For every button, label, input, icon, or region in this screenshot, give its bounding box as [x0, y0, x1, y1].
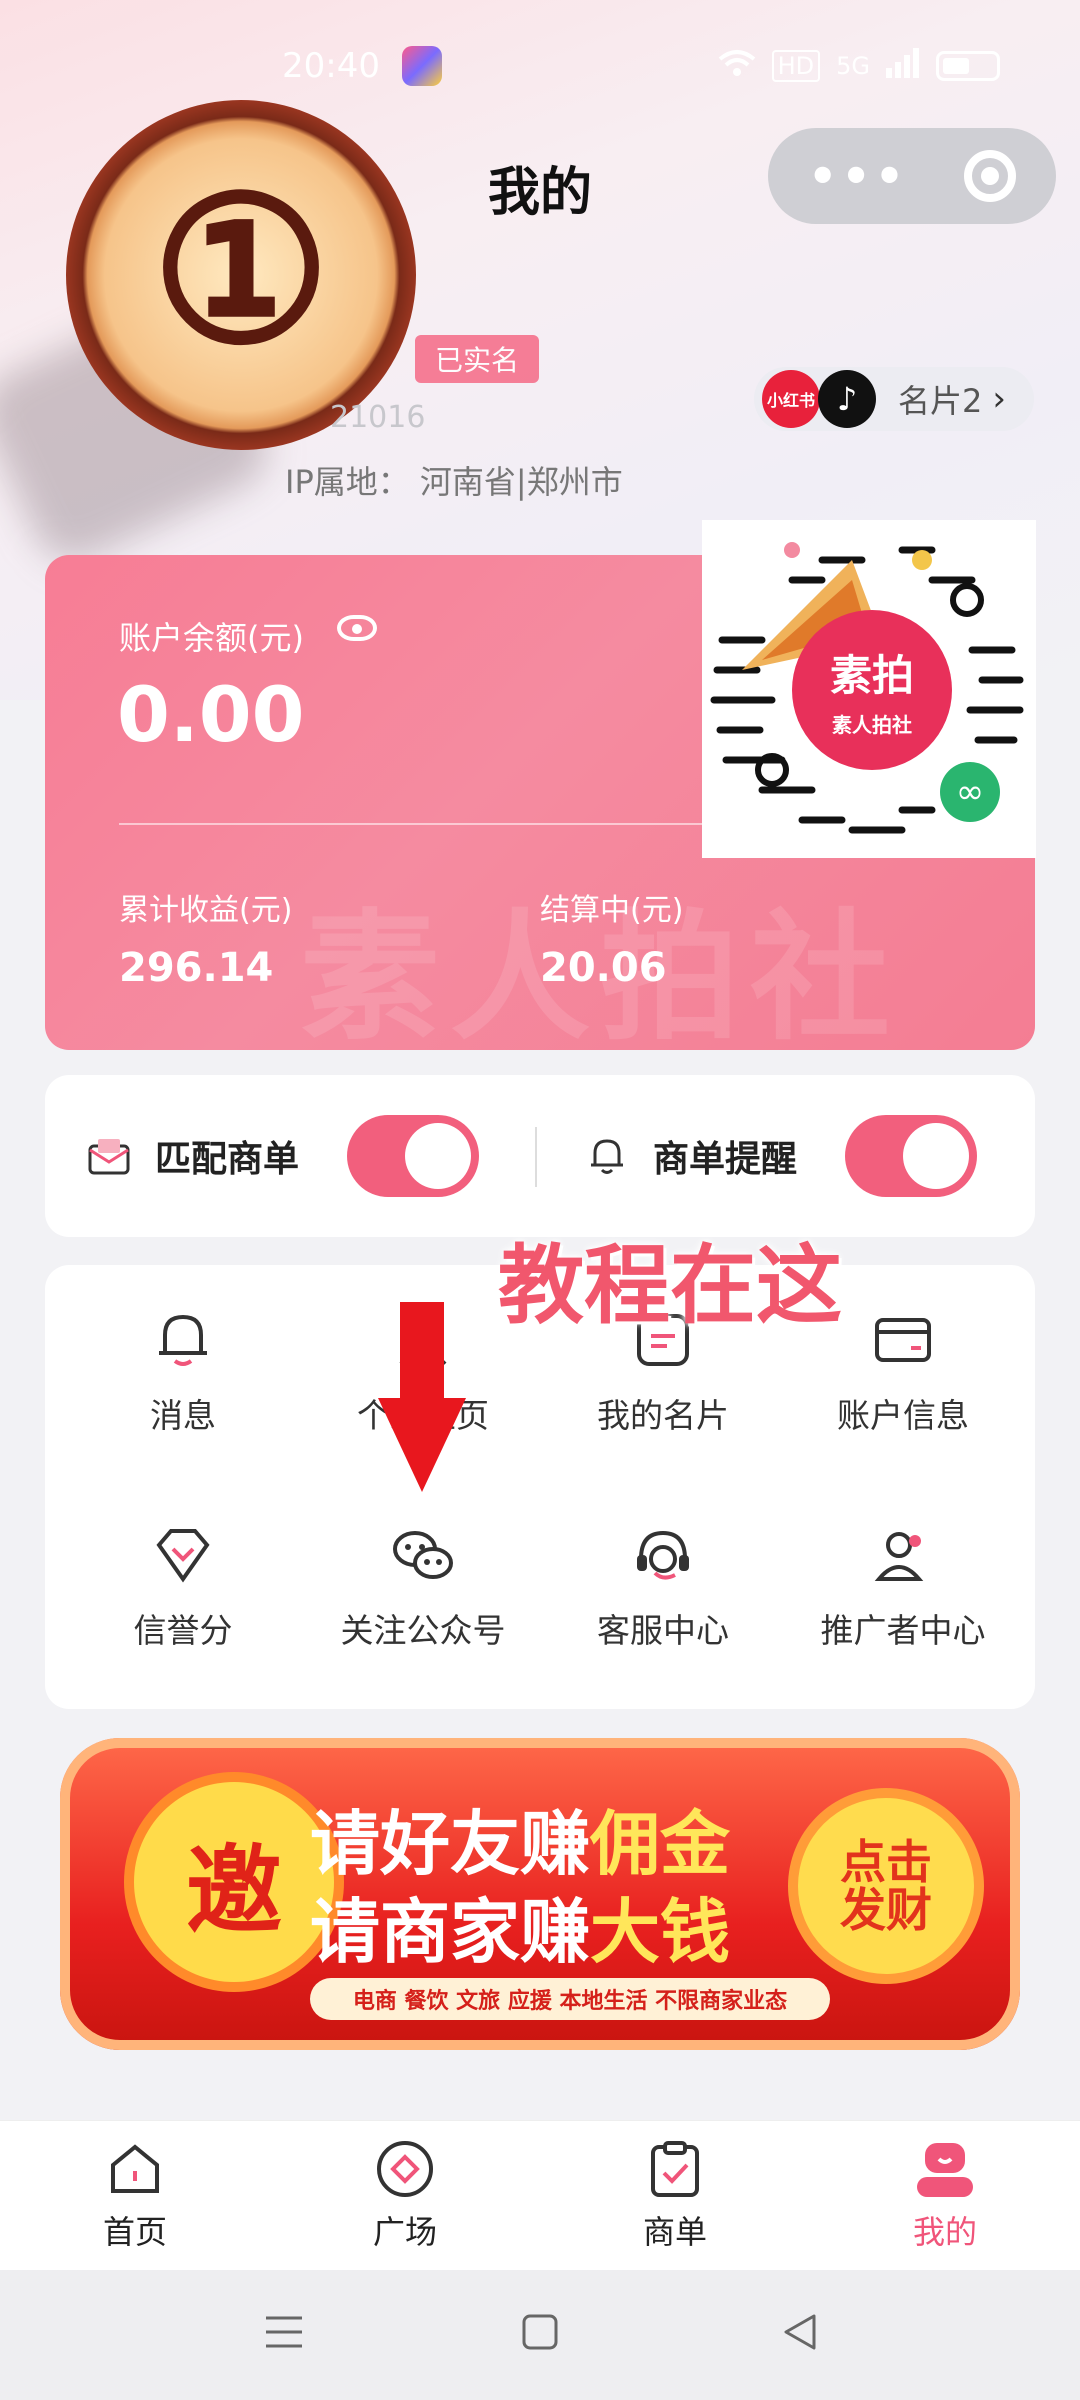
qr-subtitle: 素人拍社	[832, 713, 912, 737]
signal-icon	[886, 48, 920, 84]
ip-location: IP属地： 河南省|郑州市	[285, 457, 623, 503]
bell-icon	[148, 1305, 218, 1375]
banner-cta-line-2: 发财	[840, 1883, 932, 1937]
banner-line-2: 请商家赚大钱	[310, 1891, 730, 1973]
qr-center-logo: 素拍 素人拍社	[792, 610, 952, 770]
invite-banner[interactable]: 邀 请好友赚佣金 请商家赚大钱 电商 餐饮 文旅 应援 本地生活 不限商家业态 …	[60, 1738, 1020, 2050]
balance-value: 0.00	[117, 670, 305, 759]
wechat-icon	[388, 1520, 458, 1590]
banner-line-1: 请好友赚佣金	[310, 1803, 730, 1885]
tab-orders[interactable]: 商单	[575, 2139, 775, 2253]
headset-icon	[628, 1520, 698, 1590]
invite-badge: 邀	[134, 1782, 334, 1982]
menu-label: 我的名片	[597, 1396, 729, 1435]
tab-me[interactable]: 我的	[845, 2139, 1045, 2253]
douyin-icon: ♪	[818, 370, 876, 428]
menu-item-wechat[interactable]: 关注公众号	[303, 1520, 543, 1670]
total-earnings-value: 296.14	[119, 945, 274, 991]
status-bar: 20:40 HD 5G	[0, 40, 1080, 100]
tab-label: 我的	[912, 2213, 977, 2251]
tab-label: 首页	[102, 2213, 167, 2251]
wallet-icon	[868, 1305, 938, 1375]
bottom-tab-bar: 首页 广场 商单 我的	[0, 2120, 1080, 2270]
ip-value: 河南省|郑州市	[419, 463, 623, 501]
menu-item-credit[interactable]: 信誉分	[63, 1520, 303, 1670]
match-orders-row: 匹配商单	[87, 1075, 480, 1237]
home-icon	[105, 2139, 165, 2199]
eye-icon[interactable]	[337, 615, 377, 641]
me-icon	[915, 2139, 975, 2199]
step-number: ①	[151, 152, 331, 388]
miniprogram-qr-code: 素拍 素人拍社 ∞	[702, 520, 1036, 858]
banner-cta-line-1: 点击	[840, 1834, 932, 1889]
order-reminder-switch[interactable]	[845, 1115, 978, 1197]
miniprogram-icon: ∞	[940, 762, 1000, 822]
order-icon	[645, 2139, 705, 2199]
qr-title: 素拍	[829, 651, 914, 700]
tab-label: 广场	[372, 2213, 437, 2251]
namecard-link[interactable]: 小红书 ♪ 名片2 ›	[754, 367, 1034, 431]
home-nav-icon[interactable]	[518, 2310, 562, 2358]
envelope-icon	[87, 1134, 131, 1178]
menu-item-promoter[interactable]: 推广者中心	[783, 1520, 1023, 1670]
system-navigation-bar	[0, 2270, 1080, 2400]
banner-tags: 电商 餐饮 文旅 应援 本地生活 不限商家业态	[310, 1978, 830, 2020]
miniprogram-capsule[interactable]: •••	[768, 128, 1056, 224]
menu-label: 关注公众号	[340, 1611, 506, 1650]
tutorial-annotation: 教程在这	[498, 1236, 842, 1336]
menu-label: 消息	[150, 1396, 216, 1435]
user-id: 21016	[330, 400, 426, 435]
plaza-icon	[375, 2139, 435, 2199]
namecard-label: 名片2	[898, 382, 983, 420]
battery-icon	[936, 51, 1000, 81]
ip-label: IP属地：	[285, 463, 410, 501]
tab-label: 商单	[642, 2213, 707, 2251]
menu-label: 信誉分	[133, 1611, 233, 1650]
menu-label: 账户信息	[837, 1396, 969, 1435]
banner-cta-button[interactable]: 点击 发财	[798, 1798, 974, 1974]
network-label: 5G	[836, 52, 870, 80]
order-reminder-row: 商单提醒	[585, 1075, 978, 1237]
app-notification-icon	[402, 46, 442, 86]
match-orders-label: 匹配商单	[155, 1139, 300, 1180]
chevron-right-icon: ›	[992, 379, 1006, 419]
close-miniprogram-icon[interactable]	[964, 150, 1016, 202]
xiaohongshu-icon: 小红书	[762, 370, 820, 428]
promoter-icon	[868, 1520, 938, 1590]
settling-value: 20.06	[540, 945, 667, 991]
menu-item-messages[interactable]: 消息	[63, 1305, 303, 1455]
menu-nav-icon[interactable]	[262, 2310, 306, 2358]
more-icon[interactable]: •••	[808, 149, 908, 203]
status-indicators: HD 5G	[718, 48, 1000, 84]
settling-label: 结算中(元)	[540, 893, 684, 928]
step-number-badge: ①	[66, 100, 416, 450]
status-time: 20:40	[282, 46, 380, 86]
order-reminder-label: 商单提醒	[653, 1139, 798, 1180]
bell-icon	[585, 1134, 629, 1178]
wifi-icon	[718, 49, 756, 83]
total-earnings-label: 累计收益(元)	[119, 893, 293, 928]
tab-plaza[interactable]: 广场	[305, 2139, 505, 2253]
verified-badge: 已实名	[415, 335, 539, 383]
toggle-divider	[535, 1127, 537, 1187]
back-nav-icon[interactable]	[778, 2310, 822, 2358]
tab-home[interactable]: 首页	[35, 2139, 235, 2253]
red-arrow-annotation	[378, 1302, 466, 1492]
match-orders-switch[interactable]	[347, 1115, 480, 1197]
diamond-icon	[148, 1520, 218, 1590]
toggle-panel: 匹配商单 商单提醒	[45, 1075, 1035, 1237]
balance-label: 账户余额(元)	[119, 619, 304, 657]
hd-label: HD	[771, 50, 821, 82]
menu-label: 客服中心	[597, 1611, 729, 1650]
menu-item-support[interactable]: 客服中心	[543, 1520, 783, 1670]
menu-label: 推广者中心	[820, 1611, 986, 1650]
